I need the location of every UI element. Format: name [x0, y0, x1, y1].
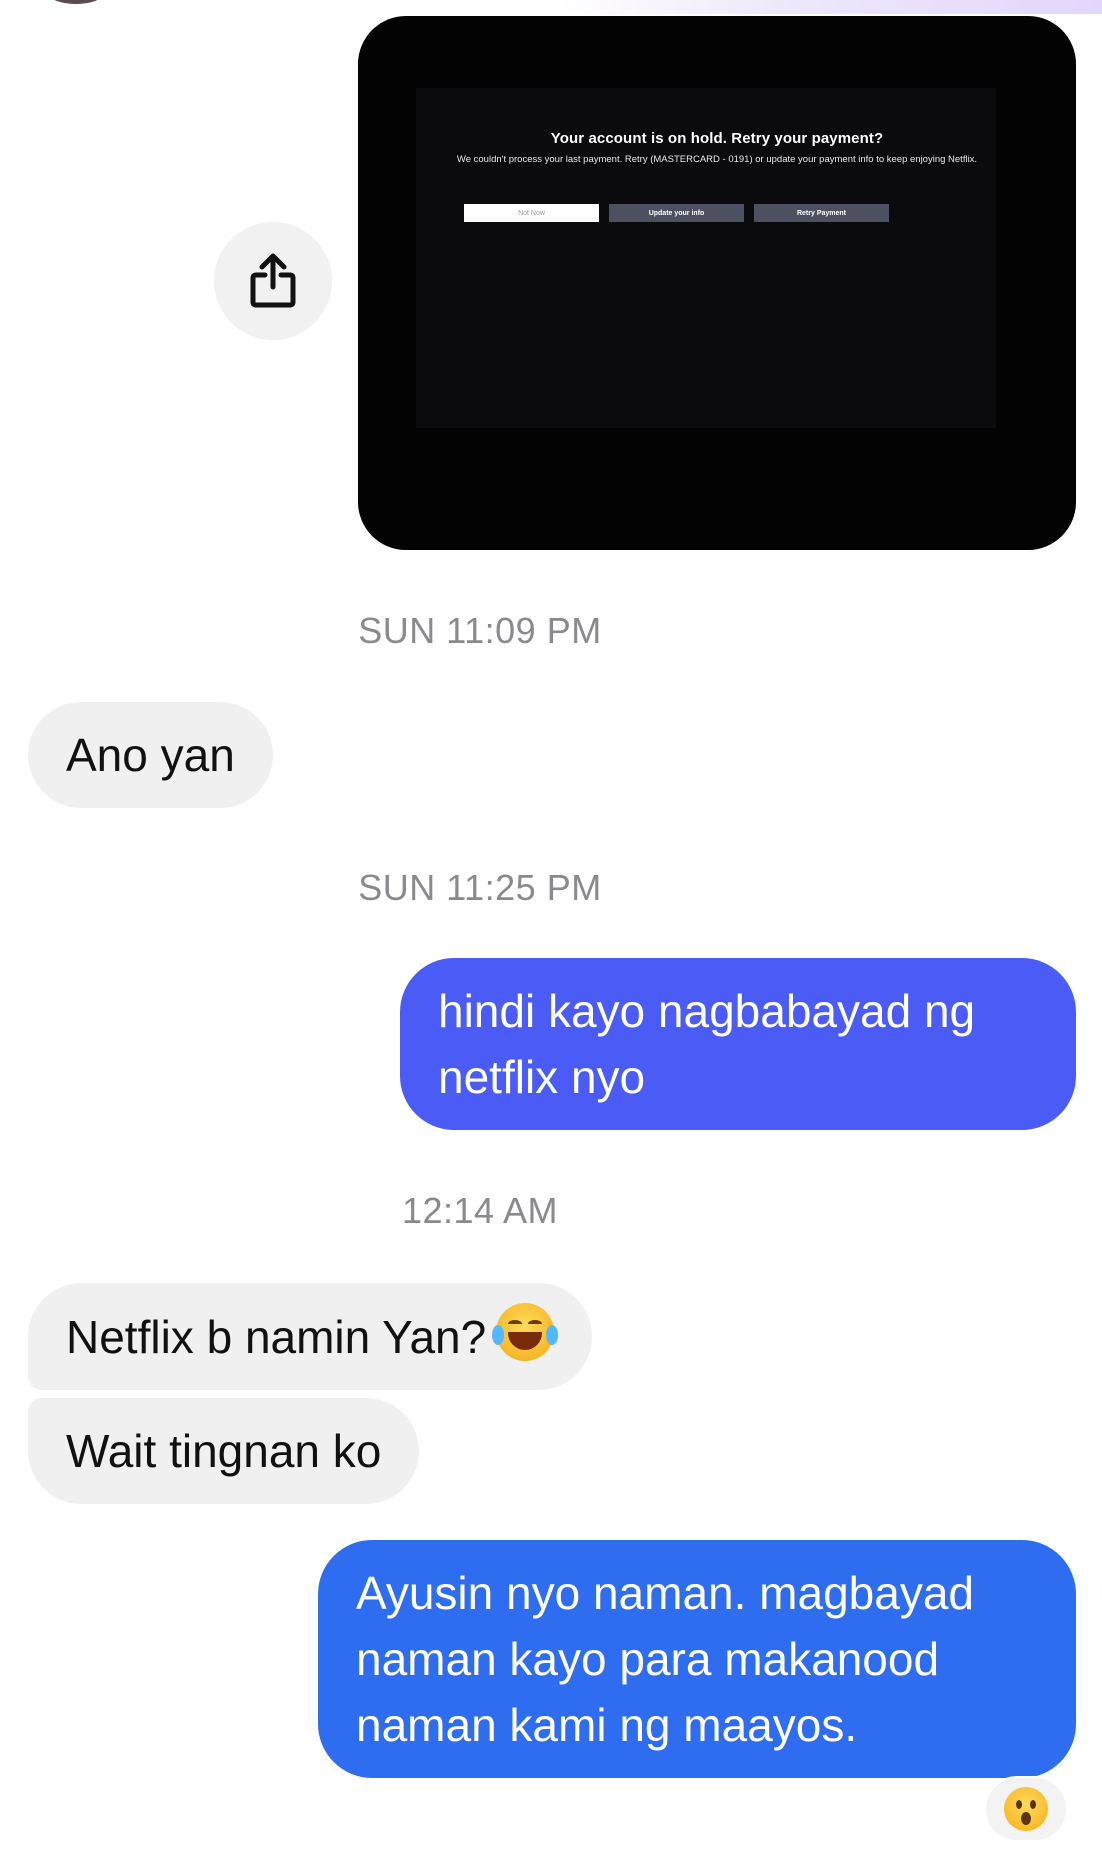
incoming-message[interactable]: Wait tingnan ko	[28, 1398, 420, 1504]
message-text: Wait tingnan ko	[66, 1425, 382, 1477]
message-line: naman kayo para makanood	[356, 1633, 940, 1685]
share-button[interactable]	[214, 222, 332, 340]
incoming-message[interactable]: Ano yan	[28, 702, 273, 808]
message-line: naman kami ng maayos.	[356, 1699, 858, 1751]
dialog-title: Your account is on hold. Retry your paym…	[550, 130, 884, 147]
not-now-button: Not Now	[464, 204, 599, 222]
message-text: Ano yan	[66, 729, 235, 781]
wow-face-icon	[1004, 1787, 1048, 1831]
dialog-buttons: Not Now Update your info Retry Payment	[464, 204, 889, 222]
message-line: hindi kayo nagbabayad ng	[438, 985, 976, 1037]
message-text: Netflix b namin Yan?	[66, 1311, 487, 1363]
share-icon	[250, 253, 296, 308]
chat-screen: Your account is on hold. Retry your paym…	[0, 0, 1102, 1854]
retry-payment-button: Retry Payment	[754, 204, 889, 222]
photo-message[interactable]: Your account is on hold. Retry your paym…	[358, 16, 1076, 550]
timestamp: 12:14 AM	[401, 1190, 559, 1231]
dialog-body: We couldn't process your last payment. R…	[456, 154, 978, 165]
outgoing-message[interactable]: hindi kayo nagbabayad ng netflix nyo	[400, 958, 1076, 1130]
update-info-button: Update your info	[609, 204, 744, 222]
message-line: netflix nyo	[438, 1051, 646, 1103]
avatar[interactable]	[36, 0, 116, 4]
netflix-dialog: Your account is on hold. Retry your paym…	[358, 130, 1076, 167]
timestamp: SUN 11:09 PM	[358, 610, 602, 651]
message-reaction[interactable]	[984, 1776, 1068, 1842]
timestamp: SUN 11:25 PM	[358, 867, 602, 908]
incoming-message[interactable]: Netflix b namin Yan?	[28, 1283, 593, 1390]
outgoing-message[interactable]: Ayusin nyo naman. magbayad naman kayo pa…	[318, 1540, 1076, 1778]
header-gradient	[560, 0, 1102, 14]
message-line: Ayusin nyo naman. magbayad	[356, 1567, 974, 1619]
tears-of-joy-emoji-icon	[492, 1303, 559, 1361]
